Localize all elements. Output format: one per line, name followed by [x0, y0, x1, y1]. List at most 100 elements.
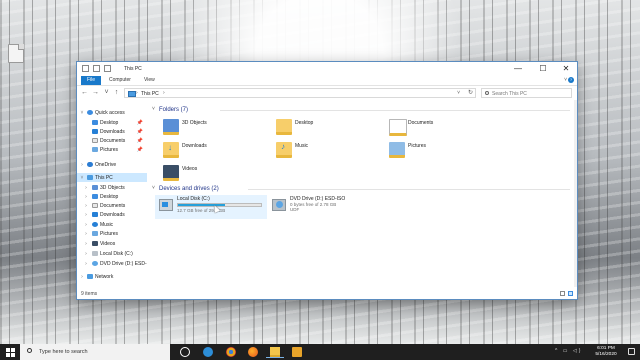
nav-label: Pictures: [100, 147, 119, 153]
refresh-icon[interactable]: ↻: [468, 89, 473, 96]
file-explorer-icon[interactable]: [266, 347, 284, 358]
store-icon[interactable]: [292, 347, 302, 357]
desktop-icon: [92, 194, 98, 199]
expand-icon[interactable]: ›: [83, 222, 89, 228]
tab-view[interactable]: View: [138, 76, 161, 85]
back-button[interactable]: ←: [80, 88, 89, 98]
notifications-icon[interactable]: [628, 348, 635, 355]
music-folder-icon: [276, 142, 292, 158]
minimize-button[interactable]: —: [507, 62, 529, 76]
breadcrumb-this-pc[interactable]: This PC: [141, 91, 159, 97]
nav-quick-access[interactable]: ˅ Quick access: [77, 108, 147, 117]
expand-icon[interactable]: ›: [83, 241, 89, 247]
folder-pictures[interactable]: Pictures: [381, 140, 493, 161]
nav-qa-downloads[interactable]: Downloads 📌: [77, 127, 147, 136]
maximize-button[interactable]: ☐: [532, 62, 554, 76]
expand-icon[interactable]: ›: [83, 212, 89, 218]
breadcrumb-separator[interactable]: ›: [163, 90, 165, 96]
windows-logo-icon: [162, 202, 168, 207]
this-pc-icon: [128, 91, 136, 97]
title-bar[interactable]: This PC — ☐ ✕: [77, 62, 577, 76]
expand-icon[interactable]: ›: [83, 251, 89, 257]
nav-pc-videos[interactable]: › Videos: [77, 239, 147, 248]
nav-pc-documents[interactable]: › Documents: [77, 201, 147, 210]
scrollbar[interactable]: [574, 100, 577, 287]
edge-icon[interactable]: [203, 347, 213, 357]
up-button[interactable]: ↑: [112, 88, 121, 98]
folder-videos[interactable]: Videos: [155, 163, 267, 184]
close-button[interactable]: ✕: [555, 62, 577, 76]
folders-group-header[interactable]: ˅ Folders (7): [150, 105, 574, 114]
folder-music[interactable]: Music: [268, 140, 380, 161]
collapse-icon[interactable]: ˅: [152, 185, 155, 191]
collapse-icon[interactable]: ˅: [79, 175, 85, 181]
nav-pc-music[interactable]: › Music: [77, 220, 147, 229]
devices-group-header[interactable]: ˅ Devices and drives (2): [150, 184, 574, 193]
nav-pc-local-disk[interactable]: › Local Disk (C:): [77, 249, 147, 258]
details-view-icon[interactable]: [560, 291, 565, 296]
downloads-folder-icon: [163, 142, 179, 158]
search-input[interactable]: Search This PC: [481, 88, 572, 98]
nav-label: Local Disk (C:): [100, 251, 133, 257]
nav-pc-3d-objects[interactable]: › 3D Objects: [77, 183, 147, 192]
start-button[interactable]: [0, 344, 20, 360]
taskbar: Type here to search ^ ▭ ◁) 6:01 PM 5/16/…: [0, 344, 640, 360]
folder-downloads[interactable]: Downloads: [155, 140, 267, 161]
collapse-icon[interactable]: ˅: [79, 110, 85, 116]
large-icons-view-icon[interactable]: [568, 291, 573, 296]
nav-qa-documents[interactable]: Documents 📌: [77, 136, 147, 145]
expand-icon[interactable]: ›: [83, 203, 89, 209]
nav-pc-desktop[interactable]: › Desktop: [77, 192, 147, 201]
drive-usage-bar: [177, 203, 262, 207]
drive-local-disk-c[interactable]: Local Disk (C:) 12.7 GB free of 29.4 GB: [155, 195, 267, 219]
nav-pc-dvd-drive[interactable]: › DVD Drive (D:) ESD-: [77, 259, 147, 268]
navigation-bar: ← → ˅ ↑ › This PC › ˅ ↻ Search This PC: [77, 86, 577, 100]
content-pane: ˅ Folders (7) 3D Objects Desktop Documen…: [150, 102, 574, 287]
nav-qa-desktop[interactable]: Desktop 📌: [77, 118, 147, 127]
nav-label: 3D Objects: [100, 185, 125, 191]
nav-pc-pictures[interactable]: › Pictures: [77, 229, 147, 238]
expand-icon[interactable]: ›: [83, 185, 89, 191]
breadcrumb-separator[interactable]: ›: [136, 90, 138, 96]
forward-button[interactable]: →: [91, 88, 100, 98]
chrome-icon[interactable]: [226, 347, 236, 357]
address-dropdown-icon[interactable]: ˅: [457, 90, 460, 96]
expand-icon[interactable]: ›: [83, 261, 89, 267]
help-icon[interactable]: ?: [568, 77, 574, 83]
nav-label: Network: [95, 274, 114, 280]
nav-label: Pictures: [100, 231, 119, 237]
new-folder-icon[interactable]: [104, 65, 111, 72]
firefox-icon[interactable]: [248, 347, 258, 357]
properties-icon[interactable]: [93, 65, 100, 72]
expand-icon[interactable]: ›: [79, 162, 85, 168]
ribbon-expand-icon[interactable]: ˅: [564, 77, 567, 83]
nav-pc-downloads[interactable]: › Downloads: [77, 210, 147, 219]
nav-onedrive[interactable]: › OneDrive: [77, 160, 147, 169]
folder-desktop[interactable]: Desktop: [268, 117, 380, 138]
documents-icon: [92, 203, 98, 208]
expand-icon[interactable]: ›: [79, 274, 85, 280]
ribbon-tabs: File Computer View ˅ ?: [77, 76, 577, 86]
system-tray[interactable]: ^ ▭ ◁): [555, 348, 582, 354]
folder-documents[interactable]: Documents: [381, 117, 493, 138]
clock[interactable]: 6:01 PM 5/16/2020: [591, 346, 621, 358]
collapse-icon[interactable]: ˅: [152, 106, 155, 112]
folder-3d-objects[interactable]: 3D Objects: [155, 117, 267, 138]
drive-filesystem: UDF: [290, 207, 300, 212]
nav-label: OneDrive: [95, 162, 117, 168]
3d-objects-folder-icon: [163, 119, 179, 135]
cortana-icon[interactable]: [180, 347, 190, 357]
nav-qa-pictures[interactable]: Pictures 📌: [77, 145, 147, 154]
drive-dvd-d[interactable]: DVD Drive (D:) ESD-ISO 0 bytes free of 2…: [268, 195, 380, 219]
nav-this-pc[interactable]: ˅ This PC: [77, 173, 147, 182]
nav-network[interactable]: › Network: [77, 272, 147, 281]
folder-label: Pictures: [408, 143, 427, 149]
recent-locations-button[interactable]: ˅: [102, 88, 111, 98]
taskbar-search-input[interactable]: Type here to search: [20, 344, 170, 360]
expand-icon[interactable]: ›: [83, 194, 89, 200]
tab-computer[interactable]: Computer: [103, 76, 137, 85]
desktop-file-icon[interactable]: [8, 44, 24, 63]
tab-file[interactable]: File: [81, 76, 102, 85]
address-bar[interactable]: › This PC › ˅ ↻: [124, 88, 476, 98]
expand-icon[interactable]: ›: [83, 231, 89, 237]
